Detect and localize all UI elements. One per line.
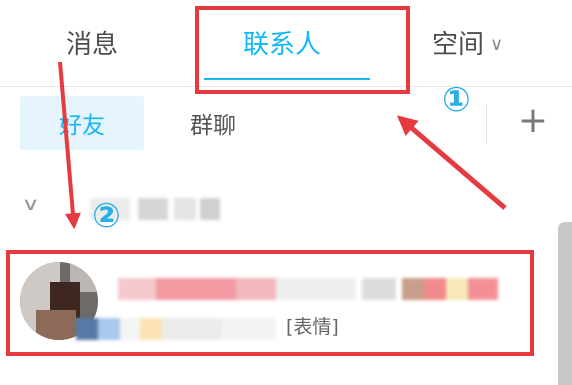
- highlight-box-contact-item: [6, 250, 534, 356]
- contact-subtabs: 好友 群聊 +: [0, 96, 572, 152]
- subtab-groups[interactable]: 群聊: [168, 96, 258, 150]
- step-marker-2: ②: [92, 196, 121, 236]
- add-contact-button[interactable]: +: [513, 98, 553, 144]
- chevron-down-icon: ∨: [21, 194, 40, 215]
- tab-space-label: 空间: [432, 30, 485, 60]
- scrollbar[interactable]: [558, 222, 572, 385]
- step-marker-1: ①: [442, 80, 471, 120]
- subtab-separator: [486, 104, 487, 144]
- tab-space[interactable]: 空间 ∨: [432, 24, 503, 61]
- highlight-box-contacts-tab: [195, 6, 410, 94]
- friend-group-header[interactable]: ∨: [0, 188, 560, 230]
- chevron-down-icon: ∨: [490, 34, 504, 55]
- tab-messages[interactable]: 消息: [66, 24, 118, 61]
- subtab-friends[interactable]: 好友: [20, 96, 144, 150]
